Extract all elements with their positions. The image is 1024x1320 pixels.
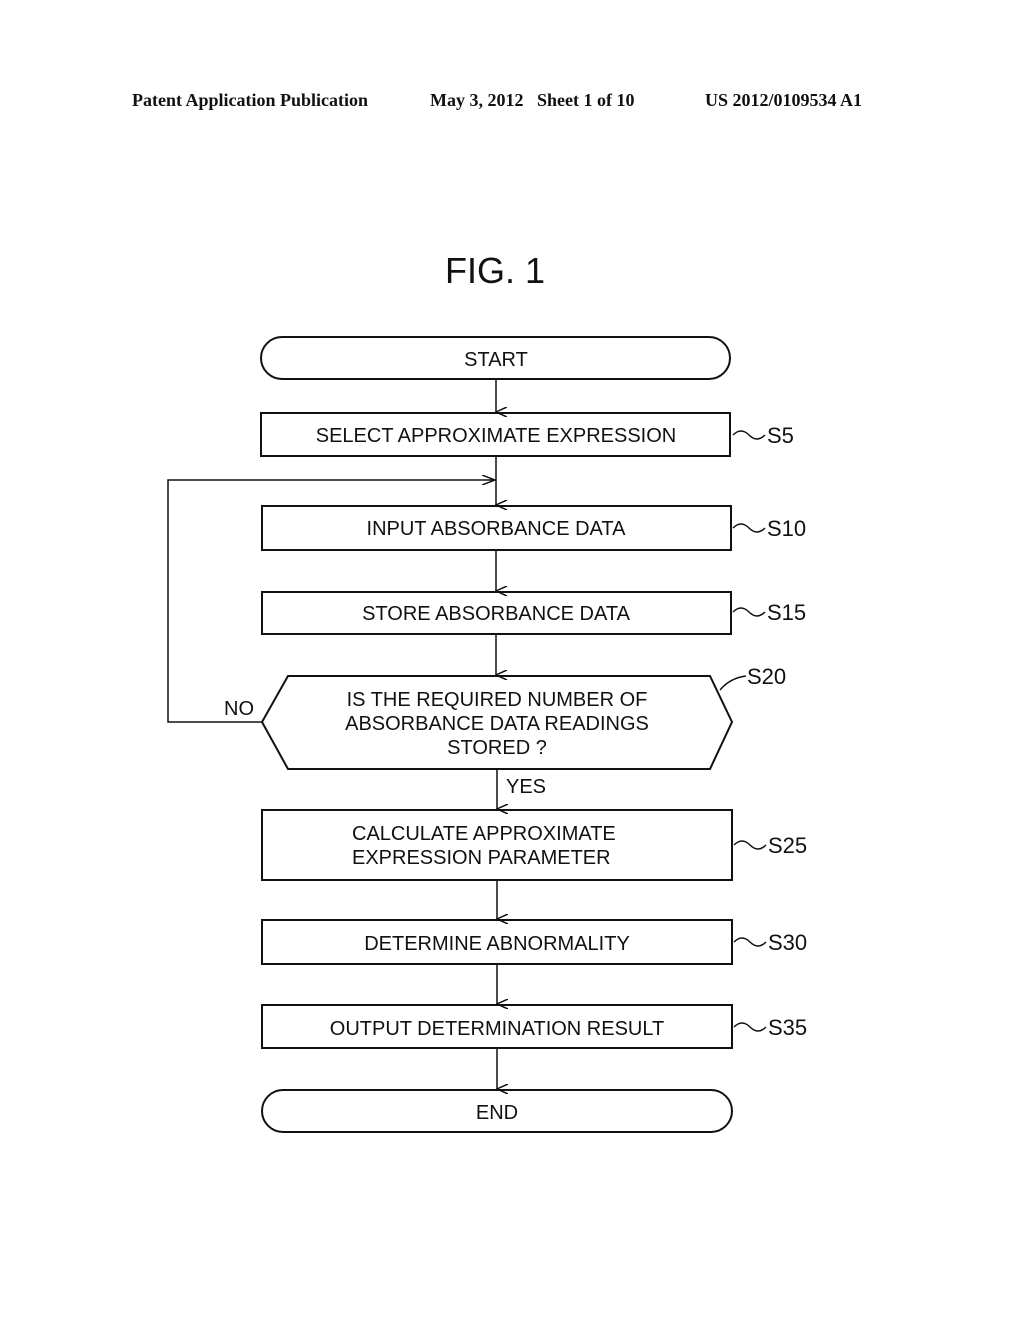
tilde-s20 [719, 675, 747, 691]
step-id-s25: S25 [768, 833, 807, 858]
step-id-s20: S20 [747, 664, 786, 689]
step-s25-text-line2: EXPRESSION PARAMETER [352, 847, 611, 869]
loop-back-no-arrow [167, 480, 495, 723]
step-s5-text: SELECT APPROXIMATE EXPRESSION [316, 425, 676, 447]
step-id-s5: S5 [767, 423, 794, 448]
step-s25-text-line1: CALCULATE APPROXIMATE [352, 823, 616, 845]
tilde-s35 [733, 1022, 767, 1032]
tilde-s5 [732, 430, 766, 440]
step-s20-text-line2: ABSORBANCE DATA READINGS [345, 713, 649, 735]
step-id-s10: S10 [767, 516, 806, 541]
step-id-s35: S35 [768, 1015, 807, 1040]
step-id-s15: S15 [767, 600, 806, 625]
step-s10-text: INPUT ABSORBANCE DATA [367, 518, 627, 540]
step-s15-text: STORE ABSORBANCE DATA [362, 603, 631, 625]
tilde-s30 [733, 937, 767, 947]
step-id-s30: S30 [768, 930, 807, 955]
branch-yes-label: YES [506, 776, 546, 798]
step-s20-text-line1: IS THE REQUIRED NUMBER OF [347, 689, 648, 711]
start-label: START [464, 349, 528, 371]
branch-no-label: NO [224, 698, 254, 720]
flowchart: START SELECT APPROXIMATE EXPRESSION INPU… [167, 336, 807, 1133]
step-s25-box [261, 809, 733, 881]
step-s35-text: OUTPUT DETERMINATION RESULT [330, 1018, 664, 1040]
step-s20-text-line3: STORED ? [447, 737, 547, 759]
tilde-s25 [733, 840, 767, 850]
tilde-s10 [732, 523, 766, 533]
end-label: END [476, 1102, 518, 1124]
tilde-s15 [732, 607, 766, 617]
step-s30-text: DETERMINE ABNORMALITY [364, 933, 630, 955]
